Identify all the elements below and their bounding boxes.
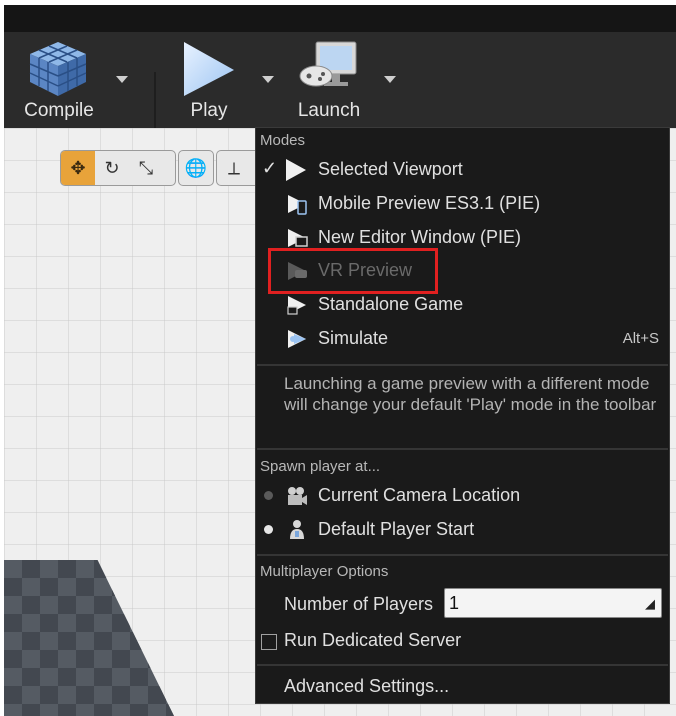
launch-icon (299, 41, 357, 87)
world-space-icon[interactable]: 🌐 (179, 151, 213, 185)
menu-separator (257, 664, 668, 666)
radio-unselected-icon (264, 491, 273, 500)
launch-button[interactable]: Launch (284, 32, 374, 128)
checkmark-icon: ✓ (262, 158, 278, 178)
compile-button[interactable]: Compile (4, 32, 114, 128)
surface-snap-icon[interactable]: ⟂ (217, 151, 251, 185)
coordinate-space-group: 🌐 (178, 150, 214, 186)
window-top-strip (4, 5, 676, 32)
mobile-preview-icon (288, 195, 307, 215)
number-of-players-value: 1 (449, 593, 460, 613)
multiplayer-header: Multiplayer Options (260, 563, 389, 580)
highlight-box (268, 248, 438, 294)
spawn-default-player-start[interactable]: Default Player Start (256, 515, 669, 545)
dedicated-server-checkbox[interactable] (261, 634, 277, 650)
new-window-icon (288, 229, 308, 247)
play-icon (184, 42, 234, 96)
play-dropdown-arrow[interactable] (262, 76, 274, 83)
mode-simulate[interactable]: Simulate Alt+S (256, 324, 669, 354)
mode-label: New Editor Window (PIE) (318, 227, 522, 247)
player-start-icon (290, 520, 304, 539)
simulate-icon (288, 330, 306, 348)
mode-selected-viewport[interactable]: ✓ Selected Viewport (256, 155, 669, 185)
number-of-players-label: Number of Players (284, 594, 434, 614)
launch-label: Launch (297, 100, 361, 121)
play-button[interactable]: Play (164, 32, 254, 128)
translate-tool-icon[interactable]: ✥ (61, 151, 95, 185)
spawn-label: Default Player Start (318, 519, 475, 539)
spin-arrows-icon[interactable]: ◢ (645, 596, 655, 612)
mode-mobile-preview[interactable]: Mobile Preview ES3.1 (PIE) (256, 189, 669, 219)
play-icon (286, 159, 308, 181)
radio-selected-icon (264, 525, 273, 534)
menu-separator (257, 554, 668, 556)
scale-tool-icon[interactable]: ⤡ (129, 151, 163, 185)
mode-label: Mobile Preview ES3.1 (PIE) (318, 193, 541, 213)
mode-label: Standalone Game (318, 294, 464, 314)
number-of-players-input[interactable]: 1 ◢ (444, 588, 662, 618)
advanced-settings-item[interactable]: Advanced Settings... (284, 676, 449, 697)
mode-label: Selected Viewport (318, 159, 463, 179)
play-label: Play (190, 100, 228, 121)
mode-label: Simulate (318, 328, 389, 348)
shortcut-label: Alt+S (622, 330, 659, 347)
rotate-tool-icon[interactable]: ↻ (95, 151, 129, 185)
mode-standalone-game[interactable]: Standalone Game (256, 290, 669, 320)
transform-tools: ✥ ↻ ⤡ (60, 150, 176, 186)
compile-icon (29, 42, 87, 96)
modes-header: Modes (260, 132, 306, 149)
compile-label: Compile (24, 100, 94, 121)
spawn-label: Current Camera Location (318, 485, 521, 505)
launch-dropdown-arrow[interactable] (384, 76, 396, 83)
surface-snap-group: ⟂ (216, 150, 257, 186)
camera-icon (288, 487, 307, 505)
compile-dropdown-arrow[interactable] (116, 76, 128, 83)
standalone-game-icon (287, 296, 306, 315)
play-modes-menu: Modes ✓ Selected Viewport Mobile Preview… (255, 127, 670, 704)
spawn-current-camera[interactable]: Current Camera Location (256, 481, 669, 511)
spawn-header: Spawn player at... (260, 458, 381, 475)
menu-separator (257, 364, 668, 366)
dedicated-server-label: Run Dedicated Server (284, 630, 462, 650)
play-mode-note: Launching a game preview with a differen… (284, 374, 657, 414)
menu-separator (257, 448, 668, 450)
main-toolbar: Compile Play Launch (4, 32, 676, 144)
